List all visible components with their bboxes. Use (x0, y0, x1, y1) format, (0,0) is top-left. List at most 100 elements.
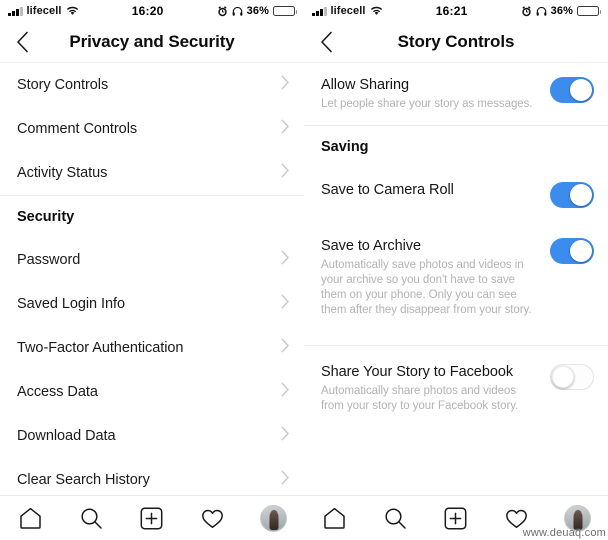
toggle-knob (570, 184, 592, 206)
home-icon (322, 506, 347, 531)
tab-home[interactable] (310, 496, 358, 540)
nav-bar-left: Privacy and Security (0, 22, 304, 63)
status-bar-left: lifecell 16:20 36% (0, 0, 304, 22)
setting-description: Automatically share photos and videos fr… (321, 385, 519, 412)
list-item-label: Access Data (17, 384, 98, 400)
setting-allow-sharing[interactable]: Allow Sharing Let people share your stor… (304, 63, 608, 125)
site-watermark: www.deuaq.com (522, 527, 606, 539)
chevron-right-icon (281, 163, 290, 183)
list-item-label: Activity Status (17, 165, 108, 181)
section-header-saving: Saving (321, 139, 369, 155)
chevron-right-icon (281, 338, 290, 358)
alarm-clock-icon (521, 5, 532, 17)
setting-save-to-camera-roll[interactable]: Save to Camera Roll (304, 168, 608, 221)
setting-description: Automatically save photos and videos in … (321, 259, 532, 316)
list-item-activity-status[interactable]: Activity Status (0, 151, 304, 195)
add-post-icon (443, 506, 468, 531)
page-title: Privacy and Security (69, 32, 235, 51)
toggle-share-your-story-to-facebook[interactable] (550, 364, 594, 390)
wifi-icon (66, 6, 79, 16)
settings-list-privacy[interactable]: Story Controls Comment Controls Activity… (0, 63, 304, 495)
search-icon (383, 506, 408, 531)
chevron-right-icon (281, 382, 290, 402)
setting-text-block: Share Your Story to Facebook Automatical… (321, 363, 550, 414)
list-item-label: Comment Controls (17, 121, 138, 137)
tab-search[interactable] (67, 496, 115, 540)
dual-screenshot-container: lifecell 16:20 36% Privacy and Security … (0, 0, 608, 540)
tab-profile[interactable] (250, 496, 298, 540)
alarm-clock-icon (217, 5, 228, 17)
profile-avatar-icon (260, 504, 288, 532)
back-button[interactable] (0, 22, 44, 62)
setting-title: Share Your Story to Facebook (321, 364, 514, 380)
battery-icon (577, 6, 601, 16)
back-button[interactable] (304, 22, 348, 62)
status-bar-right-group: 36% (217, 5, 297, 17)
tab-activity[interactable] (189, 496, 237, 540)
tab-bar-right[interactable]: www.deuaq.com (304, 495, 608, 540)
tab-new-post[interactable] (432, 496, 480, 540)
list-item-story-controls[interactable]: Story Controls (0, 63, 304, 107)
chevron-right-icon (281, 75, 290, 95)
list-item-comment-controls[interactable]: Comment Controls (0, 107, 304, 151)
list-item-label: Clear Search History (17, 472, 150, 488)
battery-icon (273, 6, 297, 16)
screen-privacy-and-security: lifecell 16:20 36% Privacy and Security … (0, 0, 304, 540)
search-icon (79, 506, 104, 531)
carrier-label: lifecell (330, 5, 366, 17)
setting-share-your-story-to-facebook[interactable]: Share Your Story to Facebook Automatical… (304, 346, 608, 427)
setting-description: Let people share your story as messages. (321, 98, 533, 110)
list-item-label: Two-Factor Authentication (17, 340, 184, 356)
signal-bars-icon (312, 6, 327, 16)
home-icon (18, 506, 43, 531)
page-title: Story Controls (397, 32, 515, 51)
chevron-left-icon (320, 31, 333, 53)
list-item-label: Saved Login Info (17, 296, 126, 312)
chevron-right-icon (281, 470, 290, 490)
headphones-icon (232, 6, 243, 17)
list-item-password[interactable]: Password (0, 238, 304, 282)
chevron-right-icon (281, 250, 290, 270)
tab-new-post[interactable] (128, 496, 176, 540)
setting-save-to-archive[interactable]: Save to Archive Automatically save photo… (304, 221, 608, 331)
settings-list-story-controls[interactable]: Allow Sharing Let people share your stor… (304, 63, 608, 495)
list-item-clear-search-history[interactable]: Clear Search History (0, 458, 304, 495)
toggle-save-to-archive[interactable] (550, 238, 594, 264)
chevron-right-icon (281, 294, 290, 314)
tab-bar-left[interactable] (0, 495, 304, 540)
toggle-knob (570, 79, 592, 101)
chevron-left-icon (16, 31, 29, 53)
headphones-icon (536, 6, 547, 17)
setting-title: Save to Camera Roll (321, 182, 454, 198)
battery-percent-label: 36% (246, 5, 269, 17)
tab-search[interactable] (371, 496, 419, 540)
toggle-save-to-camera-roll[interactable] (550, 182, 594, 208)
nav-bar-right: Story Controls (304, 22, 608, 63)
toggle-allow-sharing[interactable] (550, 77, 594, 103)
toggle-knob (552, 366, 574, 388)
section-header-security: Security (17, 209, 75, 225)
tab-home[interactable] (6, 496, 54, 540)
list-item-download-data[interactable]: Download Data (0, 414, 304, 458)
setting-text-block: Allow Sharing Let people share your stor… (321, 76, 550, 112)
toggle-knob (570, 240, 592, 262)
status-bar-right: lifecell 16:21 36% (304, 0, 608, 22)
add-post-icon (139, 506, 164, 531)
wifi-icon (370, 6, 383, 16)
setting-title: Allow Sharing (321, 77, 410, 93)
status-bar-right-group: 36% (521, 5, 601, 17)
list-item-label: Story Controls (17, 77, 109, 93)
battery-percent-label: 36% (550, 5, 573, 17)
setting-text-block: Save to Camera Roll (321, 181, 550, 199)
carrier-label: lifecell (26, 5, 62, 17)
screen-story-controls: lifecell 16:21 36% Story Controls Allow … (304, 0, 608, 540)
heart-icon (200, 506, 225, 531)
setting-title: Save to Archive (321, 238, 421, 254)
list-item-label: Download Data (17, 428, 116, 444)
signal-bars-icon (8, 6, 23, 16)
list-item-two-factor-authentication[interactable]: Two-Factor Authentication (0, 326, 304, 370)
list-item-access-data[interactable]: Access Data (0, 370, 304, 414)
status-bar-left-group: lifecell (312, 5, 383, 17)
list-item-saved-login-info[interactable]: Saved Login Info (0, 282, 304, 326)
clock-left: 16:20 (131, 4, 164, 18)
